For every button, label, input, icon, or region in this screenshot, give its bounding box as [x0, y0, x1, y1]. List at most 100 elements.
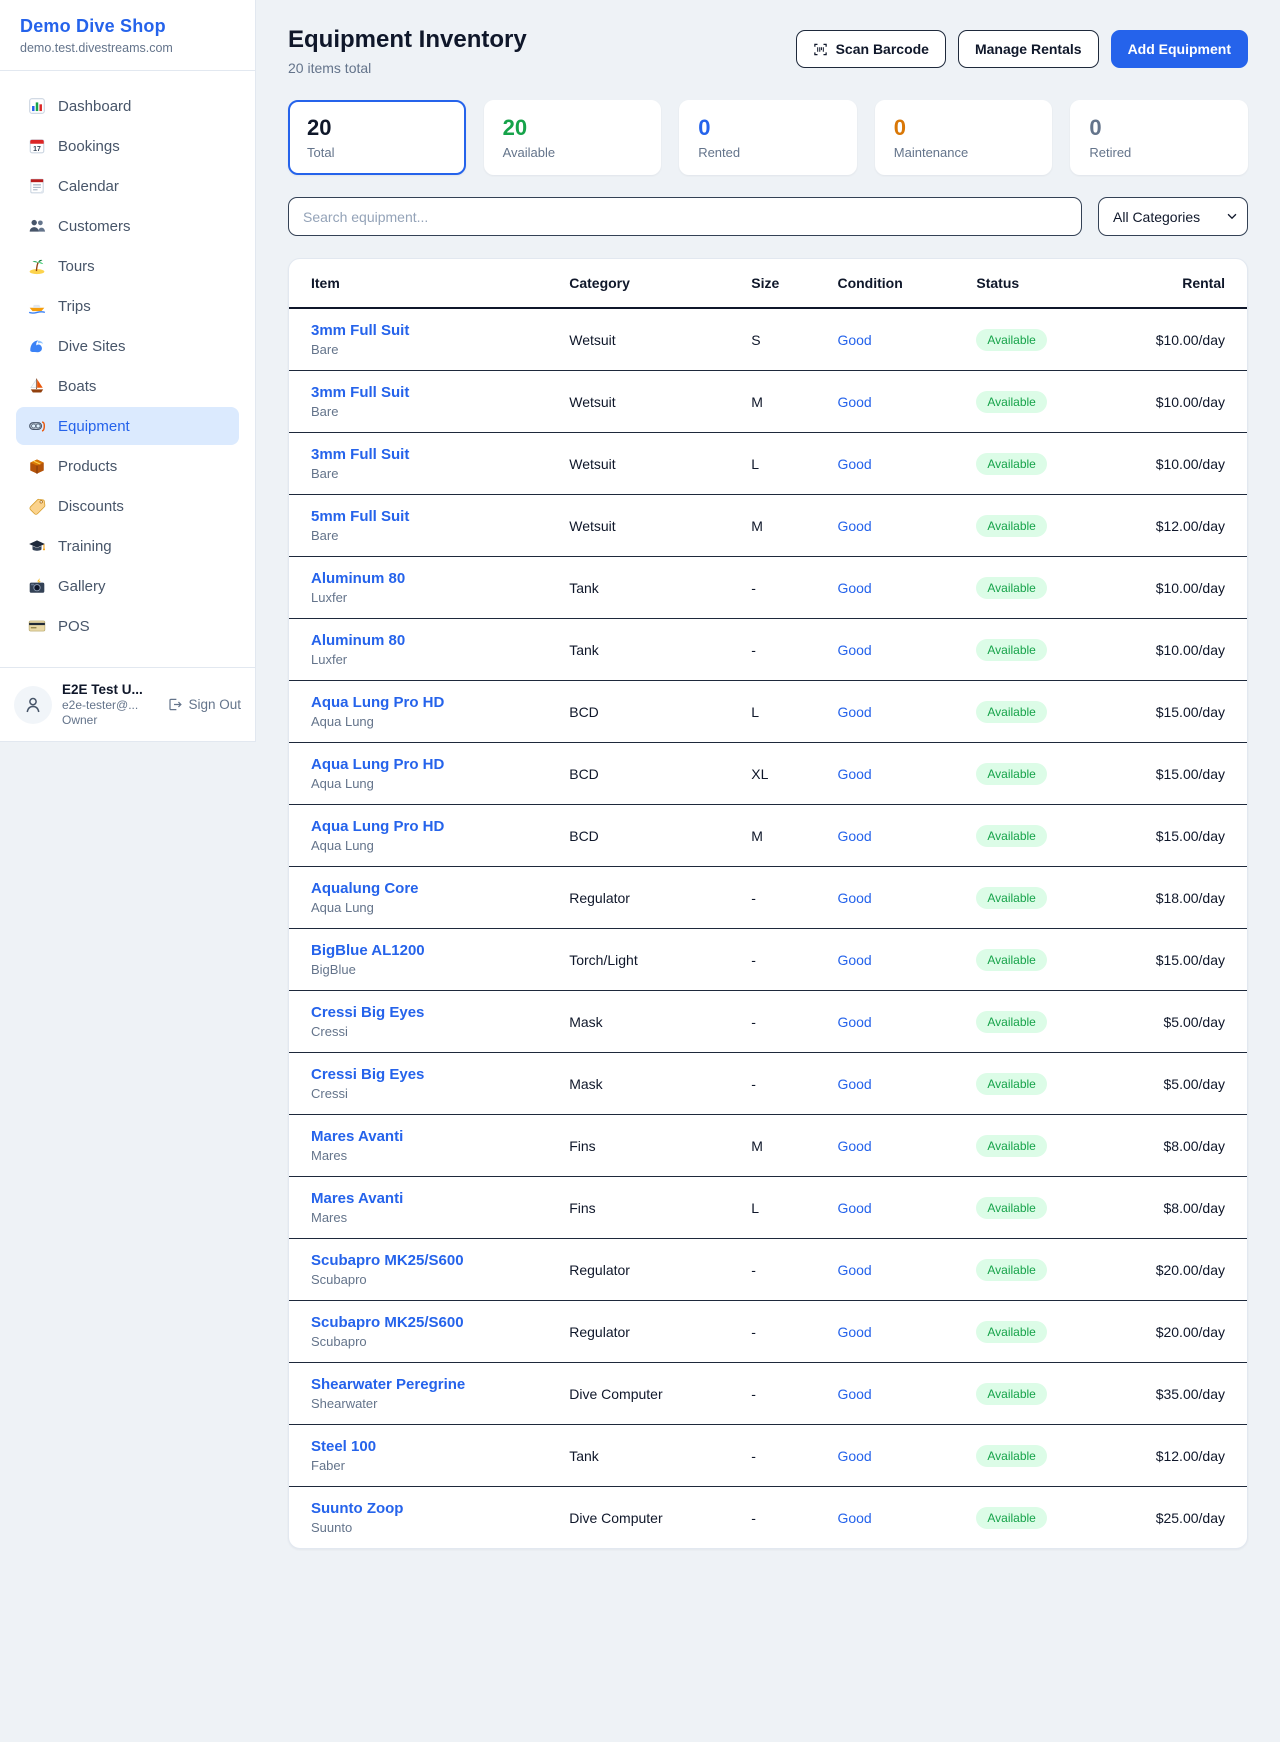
- sidebar-item-discounts[interactable]: Discounts: [16, 487, 239, 525]
- sidebar-item-products[interactable]: Products: [16, 447, 239, 485]
- item-size: XL: [739, 743, 825, 805]
- column-header-status: Status: [964, 259, 1117, 308]
- sidebar-item-dive-sites[interactable]: Dive Sites: [16, 327, 239, 365]
- condition-link[interactable]: Good: [837, 332, 871, 348]
- status-badge: Available: [976, 391, 1046, 413]
- item-name-link[interactable]: Aqua Lung Pro HD: [311, 818, 444, 835]
- condition-link[interactable]: Good: [837, 456, 871, 472]
- sidebar-item-pos[interactable]: POS: [16, 607, 239, 645]
- sidebar-item-boats[interactable]: Boats: [16, 367, 239, 405]
- item-name-link[interactable]: Shearwater Peregrine: [311, 1376, 465, 1393]
- item-name-link[interactable]: Mares Avanti: [311, 1190, 403, 1207]
- item-name-link[interactable]: 3mm Full Suit: [311, 322, 409, 339]
- table-row: Scubapro MK25/S600 Scubapro Regulator - …: [289, 1301, 1247, 1363]
- item-name-link[interactable]: Aluminum 80: [311, 570, 405, 587]
- condition-link[interactable]: Good: [837, 394, 871, 410]
- sidebar-item-label: Dashboard: [58, 98, 131, 115]
- status-badge: Available: [976, 515, 1046, 537]
- item-brand: Aqua Lung: [311, 714, 545, 729]
- condition-link[interactable]: Good: [837, 1262, 871, 1278]
- item-name-link[interactable]: 5mm Full Suit: [311, 508, 409, 525]
- item-brand: Suunto: [311, 1520, 545, 1535]
- item-name-link[interactable]: Scubapro MK25/S600: [311, 1252, 464, 1269]
- item-name-link[interactable]: Aluminum 80: [311, 632, 405, 649]
- sign-out-label: Sign Out: [188, 697, 241, 712]
- item-rental: $10.00/day: [1118, 433, 1247, 495]
- condition-link[interactable]: Good: [837, 766, 871, 782]
- item-rental: $20.00/day: [1118, 1239, 1247, 1301]
- sidebar-item-tours[interactable]: Tours: [16, 247, 239, 285]
- search-input[interactable]: [288, 197, 1082, 236]
- sidebar-item-bookings[interactable]: 17 Bookings: [16, 127, 239, 165]
- condition-link[interactable]: Good: [837, 1510, 871, 1526]
- condition-link[interactable]: Good: [837, 1014, 871, 1030]
- condition-link[interactable]: Good: [837, 890, 871, 906]
- item-name-link[interactable]: Scubapro MK25/S600: [311, 1314, 464, 1331]
- condition-link[interactable]: Good: [837, 1448, 871, 1464]
- item-name-link[interactable]: 3mm Full Suit: [311, 446, 409, 463]
- stat-card-available[interactable]: 20 Available: [484, 100, 662, 175]
- item-name-link[interactable]: Aqua Lung Pro HD: [311, 756, 444, 773]
- manage-rentals-button[interactable]: Manage Rentals: [958, 30, 1099, 68]
- item-size: M: [739, 371, 825, 433]
- stat-card-rented[interactable]: 0 Rented: [679, 100, 857, 175]
- item-rental: $25.00/day: [1118, 1487, 1247, 1549]
- condition-link[interactable]: Good: [837, 580, 871, 596]
- stat-card-retired[interactable]: 0 Retired: [1070, 100, 1248, 175]
- item-brand: Aqua Lung: [311, 776, 545, 791]
- condition-link[interactable]: Good: [837, 1324, 871, 1340]
- item-category: Regulator: [557, 867, 739, 929]
- sidebar-item-gallery[interactable]: Gallery: [16, 567, 239, 605]
- item-size: S: [739, 308, 825, 371]
- sidebar-item-equipment[interactable]: Equipment: [16, 407, 239, 445]
- item-brand: Bare: [311, 342, 545, 357]
- item-name-link[interactable]: 3mm Full Suit: [311, 384, 409, 401]
- condition-link[interactable]: Good: [837, 518, 871, 534]
- stat-card-total[interactable]: 20 Total: [288, 100, 466, 175]
- stat-label: Available: [503, 145, 643, 160]
- sidebar-item-trips[interactable]: Trips: [16, 287, 239, 325]
- item-size: -: [739, 1487, 825, 1549]
- sidebar-item-calendar[interactable]: Calendar: [16, 167, 239, 205]
- item-brand: Luxfer: [311, 652, 545, 667]
- item-rental: $12.00/day: [1118, 495, 1247, 557]
- condition-link[interactable]: Good: [837, 642, 871, 658]
- app-layout: Demo Dive Shop demo.test.divestreams.com…: [0, 0, 1280, 1583]
- item-name-link[interactable]: Suunto Zoop: [311, 1500, 403, 1517]
- item-rental: $15.00/day: [1118, 743, 1247, 805]
- item-name-link[interactable]: Aqua Lung Pro HD: [311, 694, 444, 711]
- condition-link[interactable]: Good: [837, 952, 871, 968]
- item-category: Dive Computer: [557, 1487, 739, 1549]
- item-name-link[interactable]: Aqualung Core: [311, 880, 419, 897]
- item-rental: $10.00/day: [1118, 371, 1247, 433]
- condition-link[interactable]: Good: [837, 1138, 871, 1154]
- sign-out-icon: [167, 697, 182, 712]
- item-name-link[interactable]: Cressi Big Eyes: [311, 1066, 424, 1083]
- status-badge: Available: [976, 887, 1046, 909]
- condition-link[interactable]: Good: [837, 704, 871, 720]
- sidebar-item-dashboard[interactable]: Dashboard: [16, 87, 239, 125]
- item-brand: Bare: [311, 404, 545, 419]
- sidebar-item-customers[interactable]: Customers: [16, 207, 239, 245]
- sidebar-item-label: POS: [58, 618, 90, 635]
- item-name-link[interactable]: Steel 100: [311, 1438, 376, 1455]
- item-name-link[interactable]: Mares Avanti: [311, 1128, 403, 1145]
- add-equipment-button[interactable]: Add Equipment: [1111, 30, 1248, 68]
- item-size: -: [739, 1425, 825, 1487]
- sign-out-button[interactable]: Sign Out: [167, 697, 241, 712]
- item-name-link[interactable]: BigBlue AL1200: [311, 942, 425, 959]
- sidebar-item-training[interactable]: Training: [16, 527, 239, 565]
- category-select[interactable]: All Categories: [1098, 197, 1248, 236]
- stat-card-maintenance[interactable]: 0 Maintenance: [875, 100, 1053, 175]
- item-name-link[interactable]: Cressi Big Eyes: [311, 1004, 424, 1021]
- scan-barcode-button[interactable]: Scan Barcode: [796, 30, 946, 68]
- condition-link[interactable]: Good: [837, 1386, 871, 1402]
- status-badge: Available: [976, 763, 1046, 785]
- item-rental: $20.00/day: [1118, 1301, 1247, 1363]
- condition-link[interactable]: Good: [837, 1076, 871, 1092]
- condition-link[interactable]: Good: [837, 828, 871, 844]
- manage-rentals-label: Manage Rentals: [975, 41, 1082, 57]
- user-name: E2E Test U...: [62, 682, 157, 697]
- item-category: BCD: [557, 805, 739, 867]
- condition-link[interactable]: Good: [837, 1200, 871, 1216]
